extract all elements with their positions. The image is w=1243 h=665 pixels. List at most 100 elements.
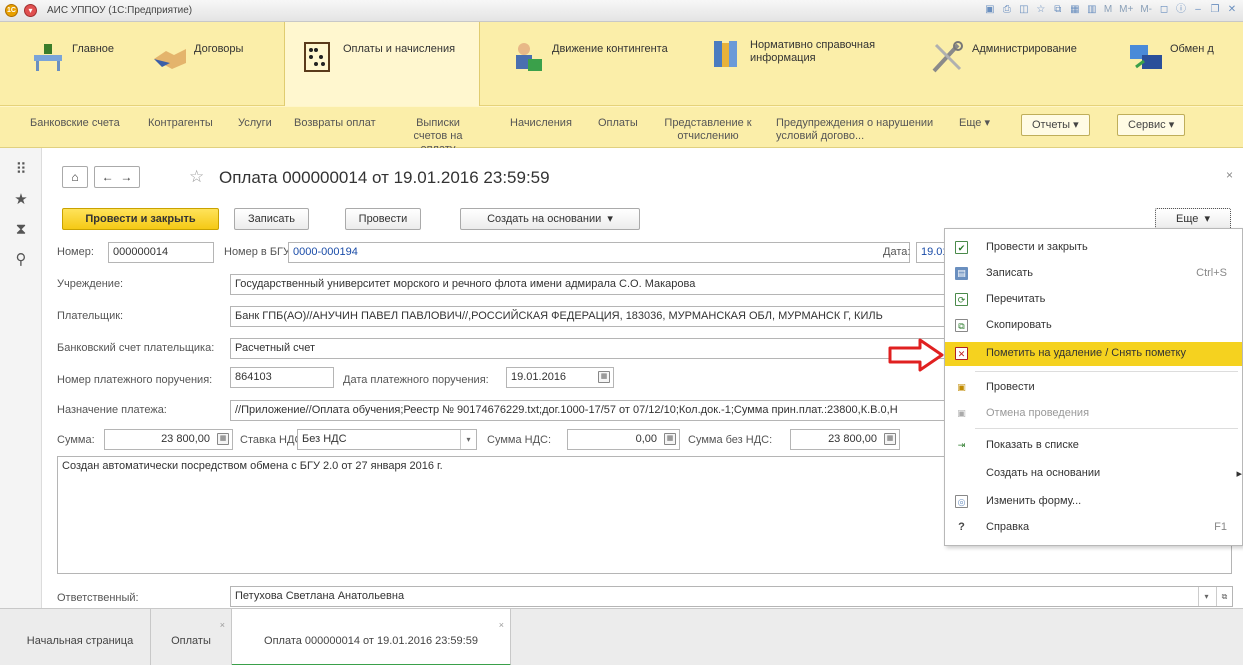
func-expulsion[interactable]: Представление к отчислению (658, 117, 758, 143)
menu-item-create-based[interactable]: Создать на основании ▸ (945, 462, 1242, 486)
institution-field[interactable]: Государственный университет морского и р… (230, 274, 945, 295)
main-menu-icon[interactable]: ▾ (24, 4, 37, 17)
favorites-star-icon[interactable]: ★ (13, 192, 29, 208)
section-contracts[interactable]: Договоры (152, 22, 270, 106)
restore-icon[interactable]: ❐ (1208, 3, 1222, 17)
post-button[interactable]: Провести (345, 208, 421, 230)
preview-icon[interactable]: ◫ (1017, 3, 1031, 17)
purpose-label: Назначение платежа: (57, 404, 167, 416)
reports-button[interactable]: Отчеты ▾ (1021, 114, 1090, 136)
handshake-icon (154, 49, 186, 69)
home-button[interactable]: ⌂ (62, 166, 88, 188)
print-icon[interactable]: ⎙ (1000, 3, 1014, 17)
calendar-icon[interactable]: ▦ (1068, 3, 1082, 17)
order-date-label: Дата платежного поручения: (343, 374, 489, 386)
menu-item-post[interactable]: ▣ Провести (945, 376, 1242, 400)
pointer-arrow-icon (888, 338, 944, 372)
section-contingent[interactable]: Движение контингента (510, 22, 695, 106)
post-and-close-button[interactable]: Провести и закрыть (62, 208, 219, 230)
order-number-field[interactable]: 864103 (230, 367, 334, 388)
menu-item-show-in-list[interactable]: ⇥ Показать в списке (945, 434, 1242, 458)
memory-button[interactable]: M (1102, 3, 1114, 17)
chevron-down-icon[interactable]: ▾ (1198, 587, 1214, 606)
close-tab-icon[interactable]: × (499, 620, 504, 630)
tab-payment-document[interactable]: Оплата 000000014 от 19.01.2016 23:59:59 … (232, 609, 511, 665)
1c-logo-icon[interactable]: 1С (5, 4, 18, 17)
payer-field[interactable]: Банк ГПБ(АО)//АНУЧИН ПАВЕЛ ПАВЛОВИЧ//,РО… (230, 306, 945, 327)
vat-sum-field[interactable]: 0,00 ▦ (567, 429, 680, 450)
favorite-star-icon[interactable]: ☆ (189, 167, 204, 187)
section-main[interactable]: Главное (30, 22, 148, 106)
link-icon[interactable]: ⧉ (1051, 3, 1065, 17)
menu-item-copy[interactable]: ⧉ Скопировать (945, 314, 1242, 338)
section-reference[interactable]: Нормативно справочная информация (708, 22, 908, 106)
menu-item-help[interactable]: ? Справка F1 (945, 516, 1242, 540)
sections-panel: Главное Договоры Оплаты и начисления Дви… (0, 22, 1243, 106)
func-bank-accounts[interactable]: Банковские счета (30, 117, 120, 130)
section-exchange[interactable]: Обмен д (1128, 22, 1243, 106)
menu-item-mark-deletion[interactable]: ✕ Пометить на удаление / Снять пометку (945, 342, 1242, 366)
func-payments[interactable]: Оплаты (598, 117, 638, 130)
history-icon[interactable]: ⧗ (13, 222, 29, 238)
menu-item-save[interactable]: ▤ Записать Ctrl+S (945, 262, 1242, 286)
calculator-icon[interactable]: ▦ (664, 433, 676, 445)
more-button[interactable]: Еще ▾ (1155, 208, 1231, 230)
unpost-icon: ▣ (957, 408, 966, 418)
sum-no-vat-field[interactable]: 23 800,00 ▦ (790, 429, 900, 450)
memory-plus-button[interactable]: M+ (1117, 3, 1135, 17)
show-list-icon: ⇥ (957, 440, 966, 450)
menu-item-change-form[interactable]: ◎ Изменить форму... (945, 490, 1242, 514)
func-services[interactable]: Услуги (238, 117, 272, 130)
back-forward-buttons[interactable]: ← → (94, 166, 140, 188)
institution-label: Учреждение: (57, 278, 124, 290)
close-window-icon[interactable]: ✕ (1225, 3, 1239, 17)
func-warnings[interactable]: Предупреждения о нарушении условий догов… (776, 117, 946, 143)
calculator-icon[interactable]: ▦ (884, 433, 896, 445)
menu-item-post-close[interactable]: ✔ Провести и закрыть (945, 236, 1242, 260)
calculator-icon[interactable]: ▥ (1085, 3, 1099, 17)
func-accruals[interactable]: Начисления (510, 117, 572, 130)
section-admin[interactable]: Администрирование (930, 22, 1110, 106)
close-form-icon[interactable]: × (1226, 168, 1233, 182)
open-icon[interactable]: ⧉ (1216, 587, 1232, 606)
chevron-down-icon[interactable]: ▾ (460, 430, 476, 449)
minimize-icon[interactable]: – (1191, 3, 1205, 17)
responsible-field[interactable]: Петухова Светлана Анатольевна ▾ ⧉ (230, 586, 1233, 607)
menu-item-reread[interactable]: ⟳ Перечитать (945, 288, 1242, 312)
section-payments[interactable]: Оплаты и начисления (284, 22, 480, 106)
window-layout-icon[interactable]: ◻ (1157, 3, 1171, 17)
calendar-icon[interactable]: ▦ (598, 371, 610, 383)
close-tab-icon[interactable]: × (220, 620, 225, 630)
save-button[interactable]: Записать (234, 208, 309, 230)
memory-minus-button[interactable]: M- (1138, 3, 1154, 17)
payer-account-label: Банковский счет плательщика: (57, 342, 215, 354)
menu-item-unpost[interactable]: ▣ Отмена проведения (945, 402, 1242, 426)
save-icon[interactable]: ▣ (983, 3, 997, 17)
order-date-field[interactable]: 19.01.2016 ▦ (506, 367, 614, 388)
calculator-icon[interactable]: ▦ (217, 433, 229, 445)
service-button[interactable]: Сервис ▾ (1117, 114, 1186, 136)
title-toolbar: ▣ ⎙ ◫ ☆ ⧉ ▦ ▥ M M+ M- ◻ ⓘ – ❐ ✕ (983, 3, 1239, 17)
bgu-number-field[interactable]: 0000-000194 (288, 242, 910, 263)
page-title: Оплата 000000014 от 19.01.2016 23:59:59 (219, 168, 550, 187)
tab-payments[interactable]: Оплаты × (151, 609, 232, 665)
payer-label: Плательщик: (57, 310, 124, 322)
info-icon[interactable]: ⓘ (1174, 3, 1188, 17)
search-icon[interactable]: ⚲ (13, 252, 29, 268)
func-counterparties[interactable]: Контрагенты (148, 117, 213, 130)
date-field[interactable]: 19.01.2 (916, 242, 946, 263)
sum-field[interactable]: 23 800,00 ▦ (104, 429, 233, 450)
menu-grid-icon[interactable]: ⠿ (13, 162, 29, 178)
number-field[interactable]: 000000014 (108, 242, 214, 263)
vat-rate-select[interactable]: Без НДС ▾ (297, 429, 477, 450)
func-refunds[interactable]: Возвраты оплат (294, 117, 376, 130)
func-more[interactable]: Еще ▾ (959, 117, 990, 130)
payer-account-field[interactable]: Расчетный счет (230, 338, 945, 359)
favorites-icon[interactable]: ☆ (1034, 3, 1048, 17)
create-based-on-button[interactable]: Создать на основании ▾ (460, 208, 640, 230)
tab-home-page[interactable]: Начальная страница (10, 609, 151, 665)
purpose-field[interactable]: //Приложение//Оплата обучения;Реестр № 9… (230, 400, 945, 421)
function-panel: Банковские счета Контрагенты Услуги Возв… (0, 106, 1243, 155)
person-icon (516, 43, 542, 71)
tools-icon (932, 41, 963, 73)
